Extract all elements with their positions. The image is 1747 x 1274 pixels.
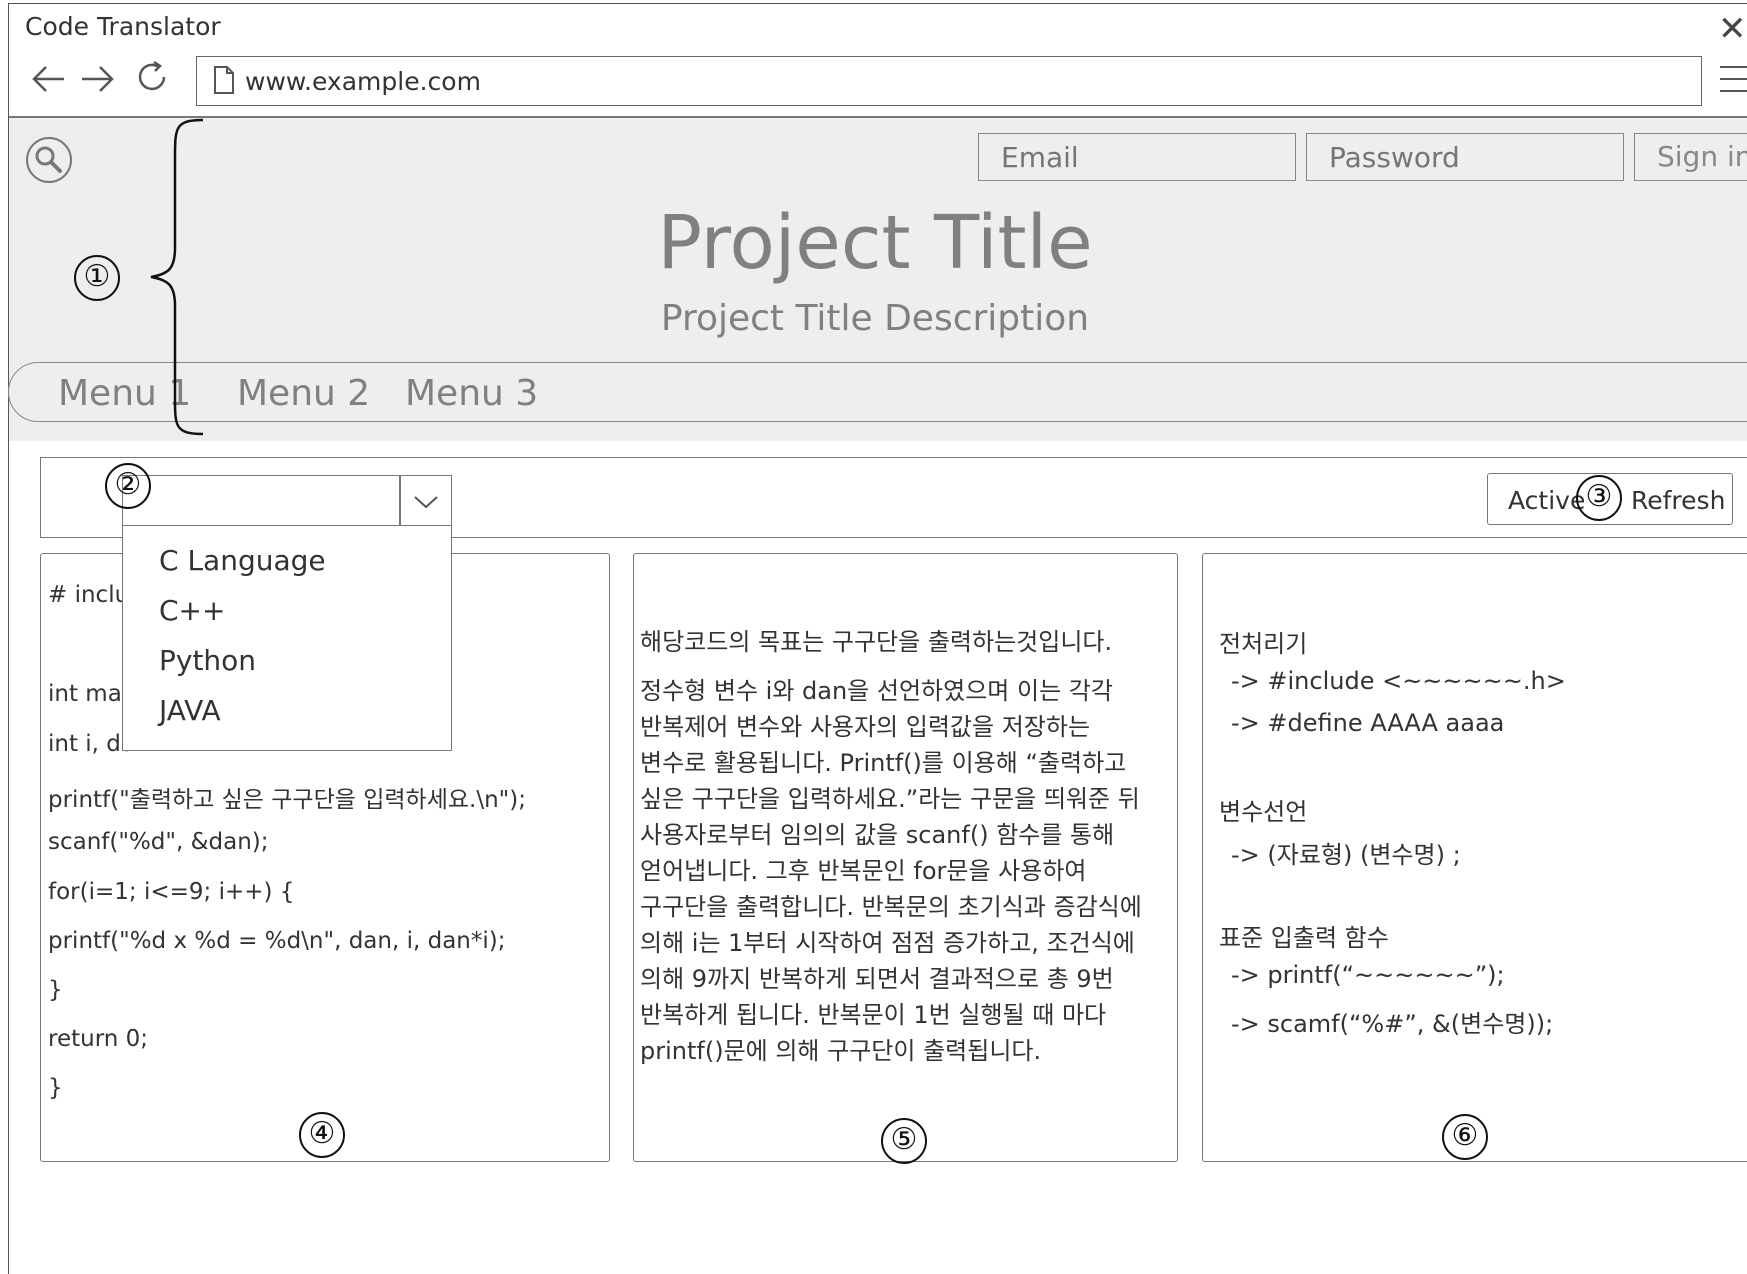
language-dropdown: C Language C++ Python JAVA bbox=[122, 525, 452, 751]
option-cpp[interactable]: C++ bbox=[159, 594, 225, 627]
back-arrow-icon[interactable] bbox=[30, 62, 66, 100]
annotation-marker-3: ③ bbox=[1576, 475, 1622, 521]
reference-item: -> #define AAAA aaaa bbox=[1231, 709, 1505, 737]
chevron-down-icon[interactable] bbox=[413, 490, 439, 516]
reference-heading: 변수선언 bbox=[1219, 798, 1308, 826]
window-title: Code Translator bbox=[25, 12, 221, 41]
option-python[interactable]: Python bbox=[159, 644, 256, 677]
password-input[interactable] bbox=[1306, 133, 1624, 181]
forward-arrow-icon[interactable] bbox=[80, 62, 116, 100]
sign-in-button[interactable]: Sign in bbox=[1634, 133, 1747, 181]
code-line: for(i=1; i<=9; i++) { bbox=[48, 879, 295, 905]
option-c-language[interactable]: C Language bbox=[159, 544, 326, 577]
description-line: 반복제어 변수와 사용자의 입력값을 저장하는 bbox=[640, 713, 1091, 741]
code-line: return 0; bbox=[48, 1026, 149, 1052]
reference-item: -> scamf(“%#”, &(변수명)); bbox=[1231, 1010, 1554, 1038]
code-line: scanf("%d", &dan); bbox=[48, 829, 269, 855]
code-line: } bbox=[48, 977, 63, 1003]
sign-in-label: Sign in bbox=[1657, 140, 1747, 173]
option-java[interactable]: JAVA bbox=[159, 694, 221, 727]
reference-item: -> printf(“~~~~~~”); bbox=[1231, 961, 1505, 989]
annotation-marker-4: ④ bbox=[299, 1112, 345, 1158]
reference-item: -> #include <~~~~~~.h> bbox=[1231, 667, 1566, 695]
hamburger-menu-icon[interactable] bbox=[1718, 64, 1747, 98]
refresh-button[interactable]: Refresh bbox=[1631, 486, 1725, 515]
annotation-marker-1: ① bbox=[74, 255, 120, 301]
reference-heading: 전처리기 bbox=[1219, 630, 1308, 658]
code-line: int mai bbox=[48, 681, 129, 707]
description-line: 구구단을 출력합니다. 반복문의 초기식과 증감식에 bbox=[640, 893, 1142, 921]
project-description: Project Title Description bbox=[660, 298, 1090, 339]
code-line: # inclu bbox=[48, 582, 130, 608]
description-line: 사용자로부터 임의의 값을 scanf() 함수를 통해 bbox=[640, 821, 1115, 849]
annotation-marker-2: ② bbox=[105, 463, 151, 509]
annotation-marker-5: ⑤ bbox=[881, 1118, 927, 1164]
description-line: 의해 i는 1부터 시작하여 점점 증가하고, 조건식에 bbox=[640, 929, 1135, 957]
document-icon bbox=[213, 65, 235, 99]
annotation-marker-6: ⑥ bbox=[1442, 1114, 1488, 1160]
description-line: 의해 9까지 반복하게 되면서 결과적으로 총 9번 bbox=[640, 965, 1114, 993]
description-line: 변수로 활용됩니다. Printf()를 이용해 “출력하고 bbox=[640, 749, 1127, 777]
address-bar[interactable]: www.example.com bbox=[196, 56, 1702, 106]
menu-item-2[interactable]: Menu 2 bbox=[237, 373, 370, 414]
reference-item: -> (자료형) (변수명) ; bbox=[1231, 841, 1461, 869]
code-line: printf("%d x %d = %d\n", dan, i, dan*i); bbox=[48, 928, 506, 954]
url-text: www.example.com bbox=[245, 67, 481, 96]
description-line: 얻어냅니다. 그후 반복문인 for문을 사용하여 bbox=[640, 857, 1087, 885]
select-separator bbox=[399, 476, 401, 526]
language-select[interactable] bbox=[122, 475, 452, 527]
email-input[interactable] bbox=[978, 133, 1296, 181]
description-line: 정수형 변수 i와 dan을 선언하였으며 이는 각각 bbox=[640, 677, 1113, 705]
close-icon[interactable]: ✕ bbox=[1718, 12, 1747, 46]
search-icon[interactable] bbox=[25, 136, 73, 188]
description-line: 싶은 구구단을 입력하세요.”라는 구문을 띄워준 뒤 bbox=[640, 785, 1140, 813]
menu-item-3[interactable]: Menu 3 bbox=[405, 373, 538, 414]
reload-icon[interactable] bbox=[133, 58, 171, 102]
project-title: Project Title bbox=[657, 200, 1093, 286]
description-intro: 해당코드의 목표는 구구단을 출력하는것입니다. bbox=[640, 628, 1113, 656]
active-button[interactable]: Active bbox=[1508, 486, 1585, 515]
code-line: } bbox=[48, 1075, 63, 1101]
description-line: printf()문에 의해 구구단이 출력됩니다. bbox=[640, 1037, 1042, 1065]
reference-heading: 표준 입출력 함수 bbox=[1219, 924, 1389, 952]
header-bracket bbox=[150, 118, 204, 436]
code-line: printf("출력하고 싶은 구구단을 입력하세요.\n"); bbox=[48, 787, 526, 813]
description-line: 반복하게 됩니다. 반복문이 1번 실행될 때 마다 bbox=[640, 1001, 1107, 1029]
